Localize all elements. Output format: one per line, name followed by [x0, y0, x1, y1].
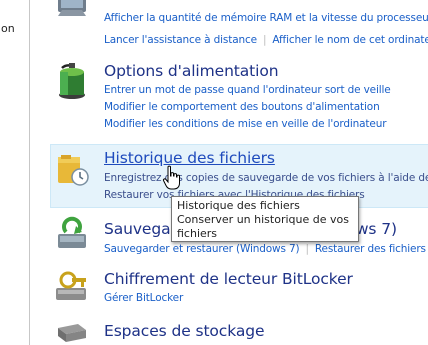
link-show-ram-cpu[interactable]: Afficher la quantité de mémoire RAM et l…: [104, 12, 428, 24]
power-options-section: Options d'alimentation Entrer un mot de …: [50, 58, 428, 142]
link-power-buttons[interactable]: Modifier le comportement des boutons d'a…: [104, 101, 380, 113]
file-history-title[interactable]: Historique des fichiers: [104, 149, 275, 167]
link-computer-name[interactable]: Afficher le nom de cet ordinateur: [272, 34, 428, 46]
link-manage-bitlocker[interactable]: Gérer BitLocker: [104, 292, 183, 304]
link-password-on-wake[interactable]: Entrer un mot de passe quand l'ordinateu…: [104, 84, 391, 96]
control-panel-content: Afficher la quantité de mémoire RAM et l…: [30, 0, 428, 345]
link-restore-from-backup[interactable]: Restaurer des fichiers à partir de la sa…: [315, 243, 428, 255]
file-history-tooltip: Historique des fichiers Conserver un his…: [171, 196, 359, 242]
left-sidebar: on: [0, 0, 30, 345]
tooltip-title: Historique des fichiers: [177, 199, 300, 212]
file-history-icon: [52, 149, 92, 189]
storage-spaces-icon: [52, 318, 92, 345]
separator: |: [262, 34, 267, 46]
separator: |: [305, 243, 309, 255]
bitlocker-icon: [52, 266, 92, 306]
storage-spaces-section: Espaces de stockage: [50, 318, 428, 345]
link-save-backup-copies[interactable]: Enregistrez des copies de sauvegarde de …: [104, 172, 428, 184]
sidebar-label: on: [1, 22, 15, 35]
tooltip-description: Conserver un historique de vos fichiers: [177, 213, 349, 240]
system-section: Afficher la quantité de mémoire RAM et l…: [50, 0, 428, 60]
storage-spaces-title[interactable]: Espaces de stockage: [104, 322, 265, 340]
hand-cursor-icon: [162, 165, 182, 191]
backup-restore-icon: [52, 216, 92, 256]
bitlocker-section: Chiffrement de lecteur BitLocker Gérer B…: [50, 266, 428, 310]
battery-power-icon: [52, 62, 92, 102]
power-options-title[interactable]: Options d'alimentation: [104, 62, 279, 80]
bitlocker-title[interactable]: Chiffrement de lecteur BitLocker: [104, 270, 353, 288]
link-sleep-settings[interactable]: Modifier les conditions de mise en veill…: [104, 118, 387, 130]
system-icon: [52, 0, 92, 24]
link-backup-restore-win7[interactable]: Sauvegarder et restaurer (Windows 7): [104, 243, 300, 255]
link-remote-assistance[interactable]: Lancer l'assistance à distance: [104, 34, 257, 46]
